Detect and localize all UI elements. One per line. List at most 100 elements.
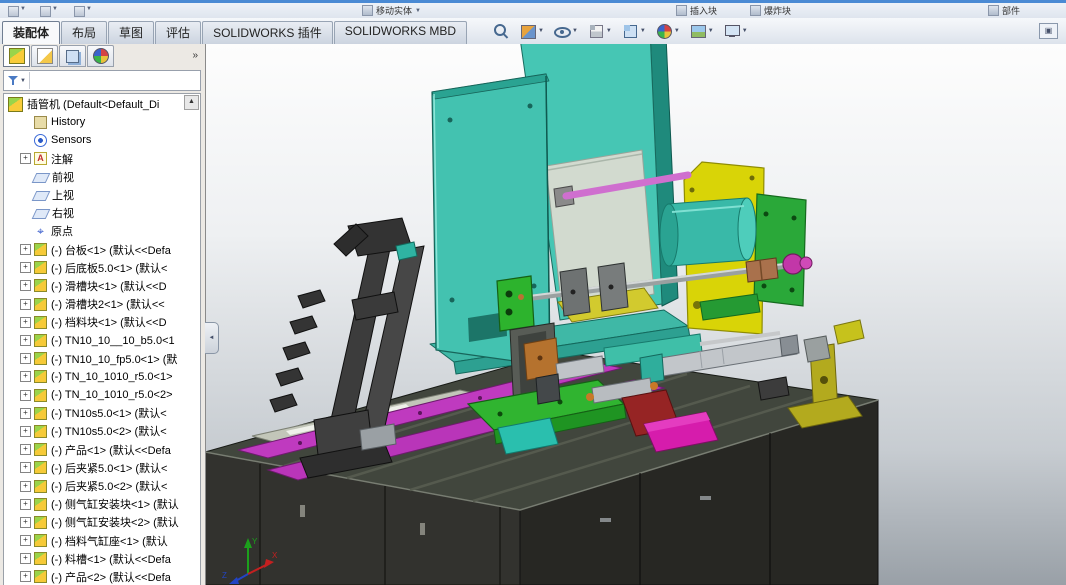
expander-icon[interactable]: +: [20, 371, 31, 383]
tree-item[interactable]: 右视: [4, 204, 200, 222]
orientation-button[interactable]: ▼: [621, 22, 646, 40]
expander-icon[interactable]: +: [20, 153, 31, 165]
dropdown-caret-icon[interactable]: ▼: [606, 28, 612, 34]
toolbar-remnant-icon[interactable]: [8, 6, 19, 17]
toolbar-remnant-icon[interactable]: [40, 6, 51, 17]
expander-icon[interactable]: +: [20, 353, 31, 365]
filter-caret-icon[interactable]: ▼: [20, 78, 26, 84]
panel-splitter-handle[interactable]: ◄: [205, 322, 219, 354]
featuremanager-tab[interactable]: [3, 45, 30, 67]
toolbar-remnant-icon[interactable]: [74, 6, 85, 17]
tree-item[interactable]: + (-) 产品<2> (默认<<Defa: [4, 568, 200, 585]
tree-item[interactable]: 前视: [4, 168, 200, 186]
tab-layout[interactable]: 布局: [61, 21, 108, 44]
expander-icon[interactable]: +: [20, 462, 31, 474]
tree-item[interactable]: Sensors: [4, 131, 200, 149]
hide-show-button[interactable]: ▼: [553, 22, 578, 40]
expander-icon[interactable]: +: [20, 280, 31, 292]
commandmanager-tabs: 装配体 布局 草图 评估 SOLIDWORKS 插件 SOLIDWORKS MB…: [2, 21, 468, 44]
displaymanager-tab[interactable]: [87, 45, 114, 67]
tree-item[interactable]: + (-) 后底板5.0<1> (默认<: [4, 259, 200, 277]
tab-sketch[interactable]: 草图: [108, 21, 155, 44]
display-style-button[interactable]: ▼: [587, 22, 612, 40]
panel-tabs: [3, 45, 115, 67]
tree-item[interactable]: + (-) 后夹紧5.0<2> (默认<: [4, 477, 200, 495]
dropdown-caret-icon[interactable]: ▼: [415, 8, 421, 14]
expander-icon[interactable]: +: [20, 244, 31, 256]
model-hopper[interactable]: [429, 44, 691, 375]
explode-block-button[interactable]: 爆炸块: [750, 5, 791, 16]
tree-item-label: (-) 后底板5.0<1> (默认<: [51, 262, 168, 275]
zoom-fit-button[interactable]: [492, 22, 510, 40]
tree-item-label: 原点: [51, 226, 73, 239]
expander-icon[interactable]: +: [20, 444, 31, 456]
section-view-button[interactable]: ▼: [519, 22, 544, 40]
tab-solidworks-mbd[interactable]: SOLIDWORKS MBD: [333, 21, 468, 44]
graphics-area[interactable]: X Y Z: [205, 44, 1066, 585]
view-settings-button[interactable]: ▼: [723, 22, 748, 40]
tree-item[interactable]: + (-) 侧气缸安装块<2> (默认: [4, 513, 200, 531]
move-entity-button[interactable]: 移动实体 ▼: [362, 5, 421, 16]
expander-icon[interactable]: +: [20, 516, 31, 528]
dropdown-caret-icon[interactable]: ▼: [538, 28, 544, 34]
dropdown-caret-icon[interactable]: ▼: [572, 28, 578, 34]
appearance-button[interactable]: ▼: [655, 22, 680, 40]
triad-y-label: Y: [252, 537, 258, 546]
expander-icon[interactable]: +: [20, 571, 31, 583]
tree-item[interactable]: + A 注解: [4, 150, 200, 168]
tree-scroll-up-button[interactable]: ▲: [184, 95, 199, 110]
dropdown-caret-icon[interactable]: ▼: [742, 28, 748, 34]
tree-item[interactable]: + (-) 滑槽块<1> (默认<<D: [4, 277, 200, 295]
expander-icon[interactable]: +: [20, 407, 31, 419]
collapse-toolbar-button[interactable]: ▣: [1039, 23, 1058, 39]
tree-item[interactable]: + (-) 滑槽块2<1> (默认<<: [4, 295, 200, 313]
tree-item-icon: [34, 334, 47, 348]
tree-item[interactable]: 上视: [4, 186, 200, 204]
tree-item[interactable]: + (-) TN_10_1010_r5.0<2>: [4, 386, 200, 404]
tree-item[interactable]: + (-) TN10s5.0<2> (默认<: [4, 422, 200, 440]
expander-icon[interactable]: +: [20, 316, 31, 328]
tree-item[interactable]: + (-) TN10_10__10_b5.0<1: [4, 331, 200, 349]
expander-icon[interactable]: +: [20, 480, 31, 492]
expander-icon[interactable]: +: [20, 553, 31, 565]
dropdown-caret-icon[interactable]: ▼: [708, 28, 714, 34]
tree-item[interactable]: + (-) TN10s5.0<1> (默认<: [4, 404, 200, 422]
model-motor-cylinder[interactable]: [659, 197, 757, 267]
expander-icon[interactable]: +: [20, 335, 31, 347]
tree-item[interactable]: 插管机 (Default<Default_Di: [4, 95, 200, 113]
filter-input[interactable]: [28, 72, 200, 89]
dropdown-caret-icon[interactable]: ▼: [674, 28, 680, 34]
tree-item[interactable]: + (-) TN_10_1010_r5.0<1>: [4, 368, 200, 386]
panel-overflow-chevron[interactable]: »: [192, 50, 198, 61]
expander-icon[interactable]: +: [20, 298, 31, 310]
appearance-icon: [655, 22, 673, 40]
tree-item[interactable]: + (-) 台板<1> (默认<<Defa: [4, 241, 200, 259]
dropdown-caret-icon[interactable]: ▼: [52, 6, 58, 12]
tab-assembly[interactable]: 装配体: [2, 21, 61, 44]
dropdown-caret-icon[interactable]: ▼: [20, 6, 26, 12]
tree-item[interactable]: + (-) 侧气缸安装块<1> (默认: [4, 495, 200, 513]
tree-item[interactable]: + (-) 后夹紧5.0<1> (默认<: [4, 459, 200, 477]
expander-icon[interactable]: +: [20, 389, 31, 401]
component-button[interactable]: 部件: [988, 5, 1020, 16]
tree-item[interactable]: + (-) 档料块<1> (默认<<D: [4, 313, 200, 331]
expander-icon[interactable]: +: [20, 535, 31, 547]
expander-icon[interactable]: +: [20, 262, 31, 274]
tab-solidworks-addins[interactable]: SOLIDWORKS 插件: [202, 21, 333, 44]
expander-icon[interactable]: +: [20, 498, 31, 510]
expander-icon[interactable]: +: [20, 425, 31, 437]
tree-item[interactable]: + (-) 料槽<1> (默认<<Defa: [4, 550, 200, 568]
tree-item[interactable]: + (-) 档料气缸座<1> (默认: [4, 532, 200, 550]
tree-item[interactable]: + (-) 产品<1> (默认<<Defa: [4, 441, 200, 459]
tree-item-icon: [34, 370, 47, 384]
tree-item[interactable]: History: [4, 113, 200, 131]
scene-button[interactable]: ▼: [689, 22, 714, 40]
dropdown-caret-icon[interactable]: ▼: [86, 6, 92, 12]
insert-block-button[interactable]: 插入块: [676, 5, 717, 16]
tree-item[interactable]: ⌖ 原点: [4, 222, 200, 240]
tree-item[interactable]: + (-) TN10_10_fp5.0<1> (默: [4, 350, 200, 368]
tab-evaluate[interactable]: 评估: [155, 21, 202, 44]
propertymanager-tab[interactable]: [31, 45, 58, 67]
dropdown-caret-icon[interactable]: ▼: [640, 28, 646, 34]
configurationmanager-tab[interactable]: [59, 45, 86, 67]
